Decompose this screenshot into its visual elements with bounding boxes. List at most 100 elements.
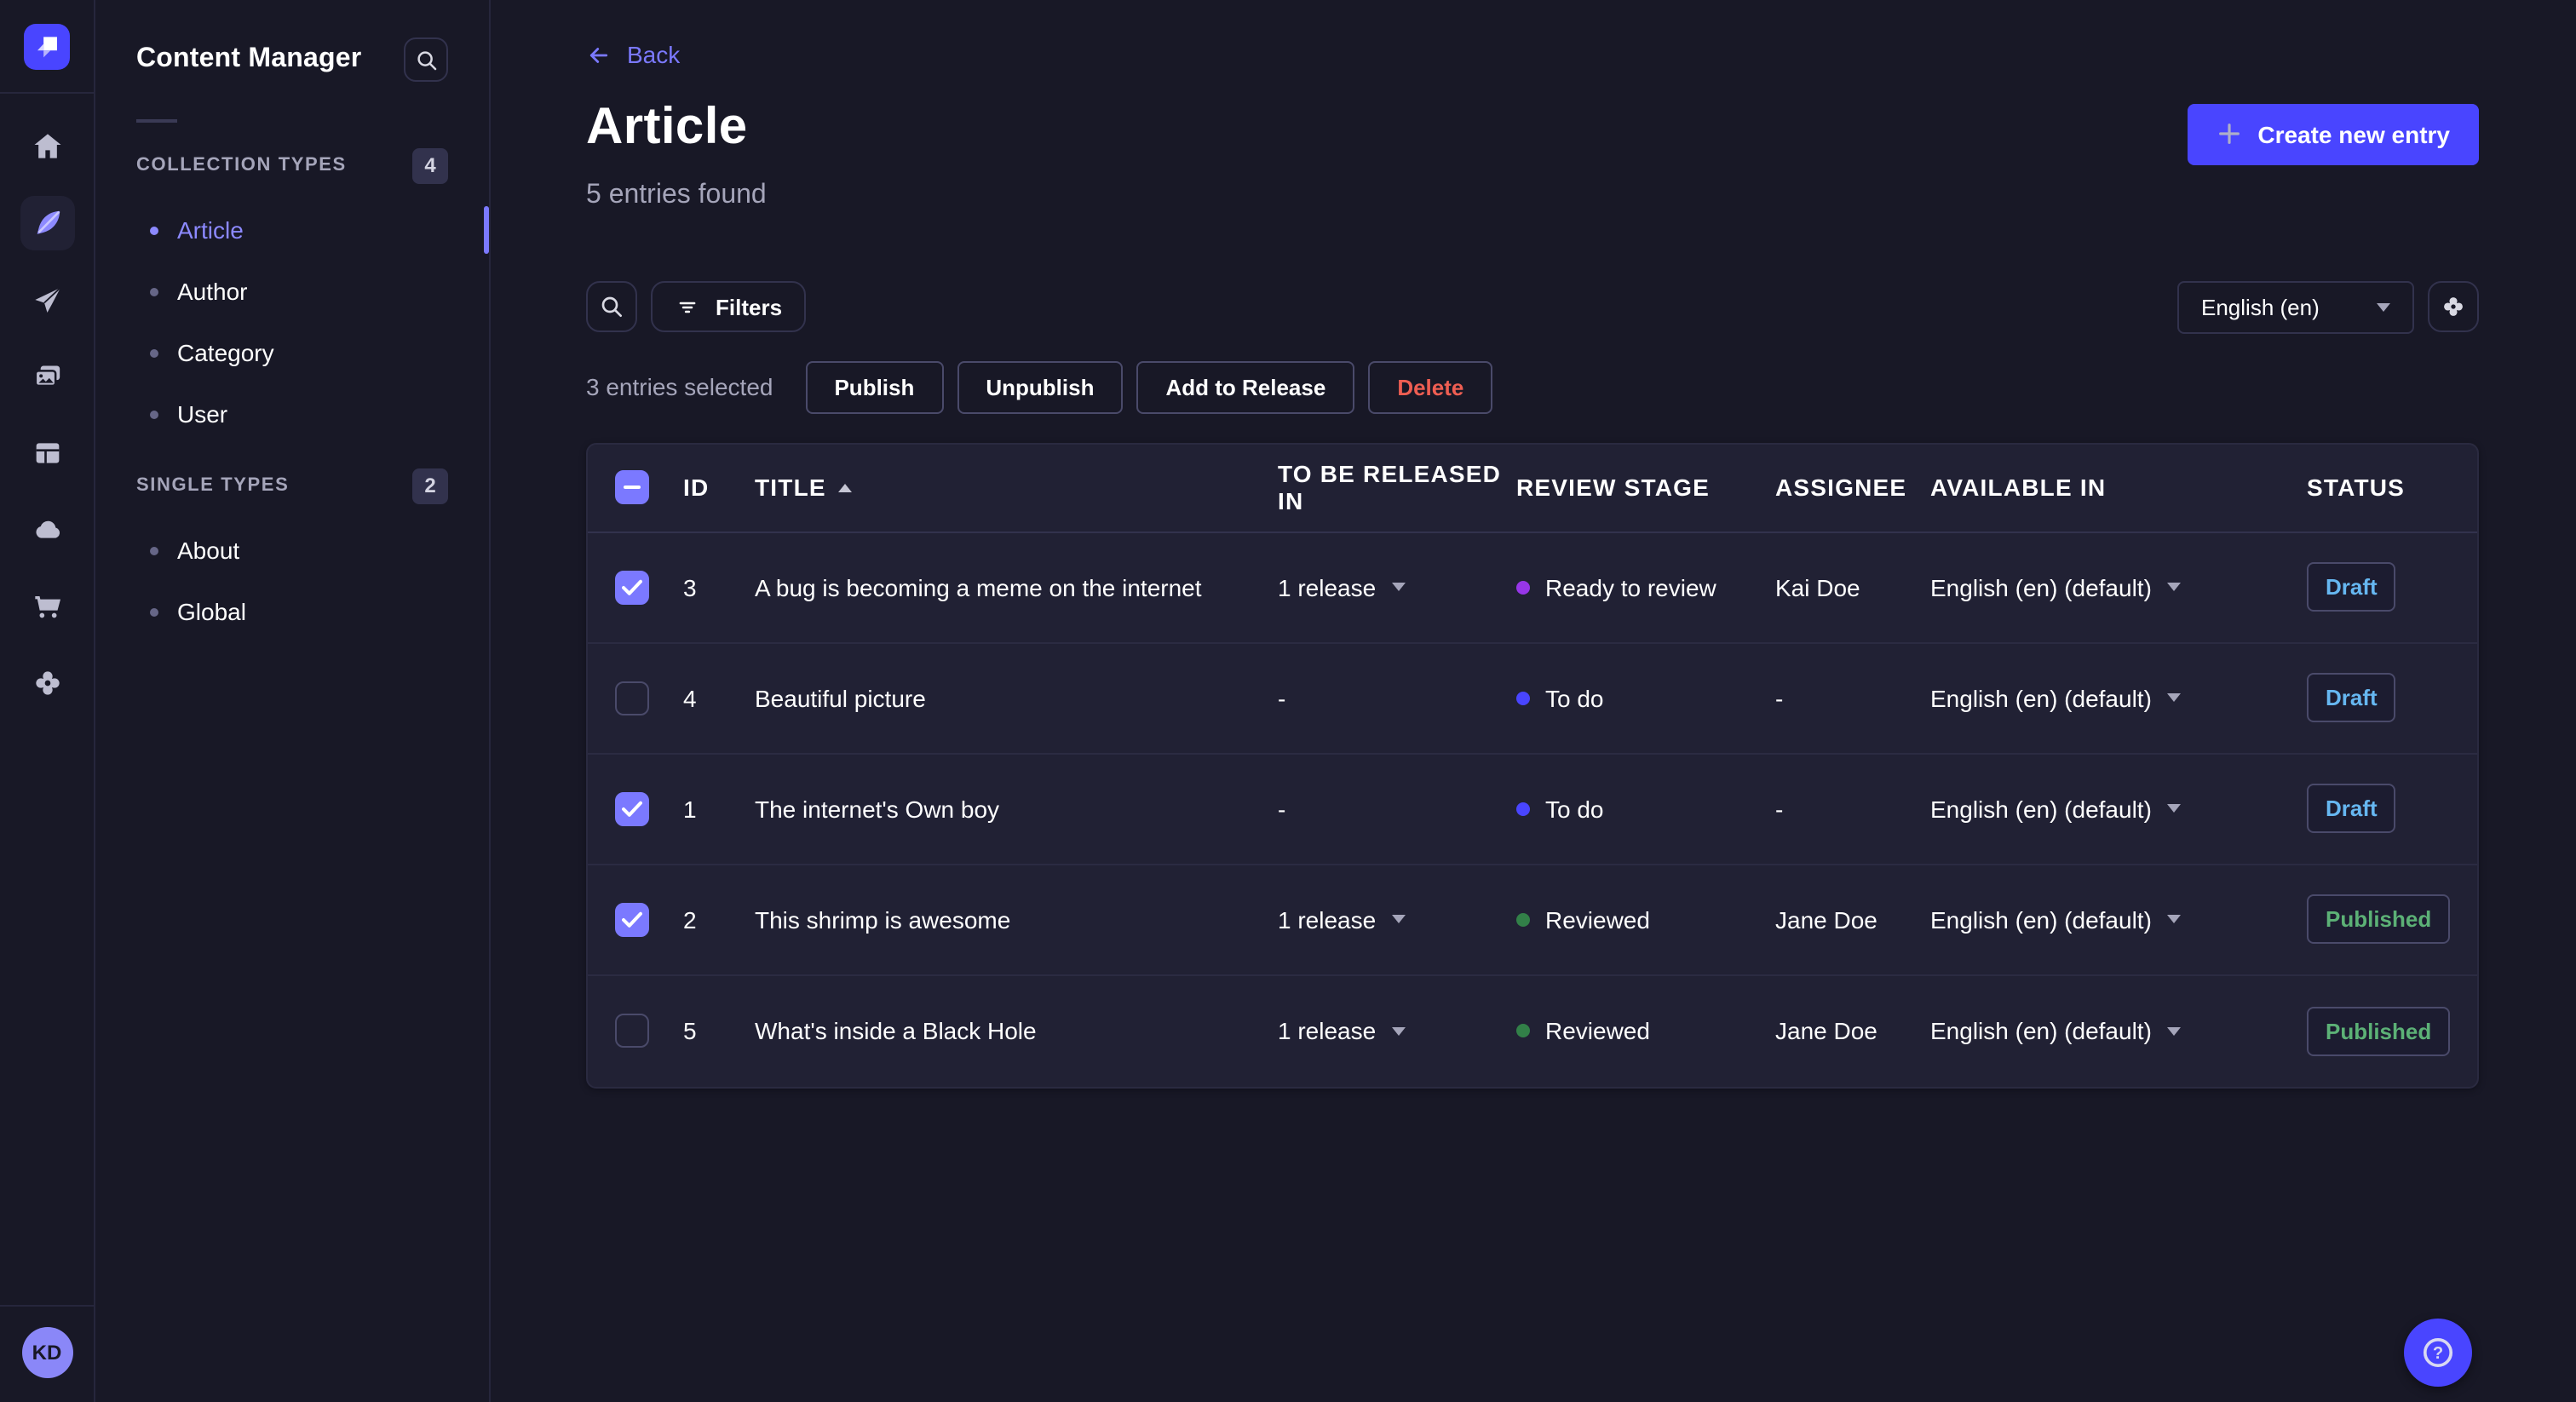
header-cell-title[interactable]: TITLE (755, 474, 1278, 501)
table-row[interactable]: 5 What's inside a Black Hole 1 release Revi… (588, 975, 2477, 1086)
cell-status: Draft (2307, 562, 2477, 612)
toolbar-left: Filters (586, 281, 807, 332)
cell-available-in[interactable]: English (en) (default) (1930, 795, 2307, 822)
sidebar-rule (136, 119, 177, 123)
header-cell-assignee: ASSIGNEE (1775, 474, 1930, 501)
table-row[interactable]: 3 A bug is becoming a meme on the interne… (588, 532, 2477, 643)
sidebar-item-about[interactable]: About (136, 521, 448, 579)
cell-status: Published (2307, 894, 2477, 944)
delete-button[interactable]: Delete (1368, 360, 1493, 413)
section-count-badge: 2 (412, 468, 448, 503)
cell-review-stage: Ready to review (1516, 573, 1775, 600)
content-type-builder-icon[interactable] (20, 426, 74, 480)
sidebar-item-author[interactable]: Author (136, 262, 448, 320)
row-checkbox[interactable] (615, 791, 649, 825)
indeterminate-dash-icon (624, 486, 641, 489)
chevron-down-icon (2166, 693, 2181, 702)
selection-count: 3 entries selected (586, 373, 773, 400)
bullet-icon (150, 226, 158, 234)
select-all-checkbox[interactable] (615, 470, 649, 504)
locale-select[interactable]: English (en) (2177, 280, 2414, 333)
filter-icon (679, 301, 696, 313)
media-library-icon[interactable] (20, 349, 74, 404)
cell-status: Draft (2307, 784, 2477, 833)
row-checkbox[interactable] (615, 570, 649, 604)
cloud-deploy-icon[interactable] (20, 503, 74, 557)
cell-checkbox (588, 681, 683, 715)
filters-button[interactable]: Filters (651, 281, 807, 332)
checkmark-icon (622, 578, 642, 595)
column-label: ID (683, 474, 710, 501)
settings-gear-icon[interactable] (20, 656, 74, 710)
sidebar-item-global[interactable]: Global (136, 583, 448, 641)
gear-icon[interactable] (2428, 281, 2479, 332)
sidebar-item-article[interactable]: Article (136, 201, 448, 259)
cell-available-in[interactable]: English (en) (default) (1930, 1017, 2307, 1044)
cell-review-stage: To do (1516, 684, 1775, 711)
cell-assignee: Jane Doe (1775, 905, 1877, 933)
status-badge: Draft (2307, 562, 2396, 612)
release-value: 1 release (1278, 1017, 1377, 1044)
table-row[interactable]: 4 Beautiful picture - To do - English (en) (d… (588, 643, 2477, 754)
sidebar-item-user[interactable]: User (136, 385, 448, 443)
cell-checkbox (588, 791, 683, 825)
cell-available-in[interactable]: English (en) (default) (1930, 573, 2307, 600)
header-cell-status: STATUS (2307, 474, 2477, 501)
chevron-down-icon (2166, 583, 2181, 591)
chevron-down-icon (2166, 804, 2181, 813)
cell-to-be-released-in[interactable]: 1 release (1278, 905, 1516, 933)
table-row[interactable]: 1 The internet's Own boy - To do - English (e… (588, 754, 2477, 865)
sidebar-item-category[interactable]: Category (136, 324, 448, 382)
section-head: SINGLE TYPES 2 (136, 467, 448, 504)
cell-available-in[interactable]: English (en) (default) (1930, 684, 2307, 711)
paper-plane-releases-icon[interactable] (20, 273, 74, 327)
cell-title: This shrimp is awesome (755, 905, 1011, 933)
create-new-entry-button[interactable]: Create new entry (2188, 103, 2479, 164)
cell-review-stage: Reviewed (1516, 1017, 1775, 1044)
stage-dot-icon (1516, 1024, 1530, 1037)
feather-content-manager-icon[interactable] (20, 196, 74, 250)
section-label: SINGLE TYPES (136, 475, 290, 496)
cell-checkbox (588, 902, 683, 936)
column-label: REVIEW STAGE (1516, 474, 1711, 501)
cell-available-in[interactable]: English (en) (default) (1930, 905, 2307, 933)
stage-label: To do (1545, 684, 1604, 711)
search-icon[interactable] (404, 37, 448, 82)
search-icon[interactable] (586, 281, 637, 332)
cell-to-be-released-in: - (1278, 795, 1516, 822)
add-to-release-button[interactable]: Add to Release (1136, 360, 1355, 413)
section-count-badge: 4 (412, 147, 448, 183)
bullet-icon (150, 546, 158, 554)
chevron-down-icon (2377, 302, 2390, 311)
cell-id: 2 (683, 905, 697, 933)
stage-dot-icon (1516, 580, 1530, 594)
stage-dot-icon (1516, 691, 1530, 704)
strapi-logo[interactable] (24, 24, 70, 70)
row-checkbox[interactable] (615, 1014, 649, 1048)
cell-id: 4 (683, 684, 697, 711)
header-cell-id: ID (683, 474, 755, 501)
help-question-icon[interactable]: ? (2404, 1319, 2472, 1387)
back-link[interactable]: Back (586, 41, 680, 68)
toolbar-right: English (en) (2177, 280, 2479, 333)
rail-bottom: KD (0, 1305, 95, 1402)
home-icon[interactable] (20, 119, 74, 174)
locale-value: English (en) (default) (1930, 905, 2152, 933)
unpublish-button[interactable]: Unpublish (957, 360, 1124, 413)
cell-to-be-released-in[interactable]: 1 release (1278, 1017, 1516, 1044)
table-row[interactable]: 2 This shrimp is awesome 1 release Reviewed… (588, 865, 2477, 975)
marketplace-cart-icon[interactable] (20, 579, 74, 634)
user-avatar[interactable]: KD (21, 1327, 72, 1378)
row-checkbox[interactable] (615, 681, 649, 715)
cell-to-be-released-in[interactable]: 1 release (1278, 573, 1516, 600)
header-cell-checkbox (588, 470, 683, 504)
publish-button[interactable]: Publish (805, 360, 944, 413)
row-checkbox[interactable] (615, 902, 649, 936)
chevron-down-icon (1391, 583, 1406, 591)
release-value: 1 release (1278, 905, 1377, 933)
stage-label: Reviewed (1545, 905, 1650, 933)
sidebar-item-label: About (177, 537, 240, 564)
section-head: COLLECTION TYPES 4 (136, 147, 448, 184)
chevron-down-icon (2166, 1026, 2181, 1035)
selection-bar: 3 entries selected Publish Unpublish Add… (586, 360, 2479, 413)
